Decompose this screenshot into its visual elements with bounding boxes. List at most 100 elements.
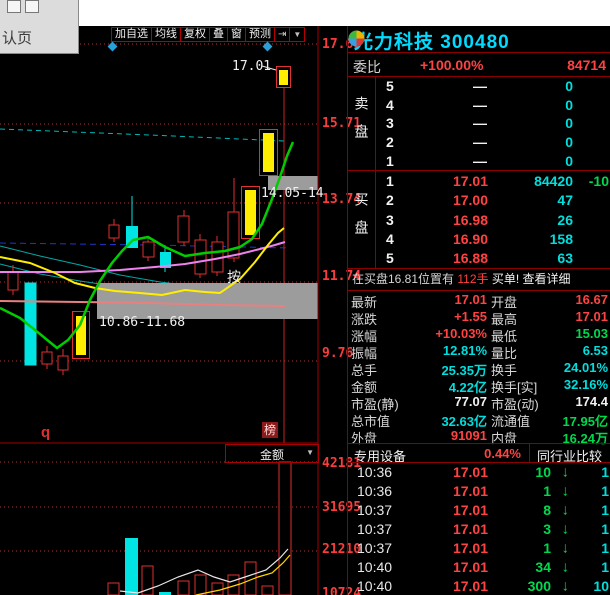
sell-price: — [473, 115, 487, 131]
alert-prefix: 在买盘16.81位置有 [352, 272, 457, 286]
sell-price: — [473, 78, 487, 94]
stock-title: 光力科技 300480 [354, 27, 510, 54]
tick-row: 10:3717.01 1↓ 1 [348, 538, 610, 557]
sell-volume: 0 [565, 153, 573, 169]
stats-row: 最新17.01 开盘16.67 [348, 291, 610, 308]
buy-row: 4 16.90 158 [348, 229, 610, 248]
buy-level: 3 [386, 212, 394, 228]
background-window-fragment: 认页 [0, 0, 79, 54]
tick-row: 10:3717.01 8↓ 1 [348, 501, 610, 520]
stats-row: 振幅12.81% 量比6.53 [348, 342, 610, 359]
sell-level: 1 [386, 153, 394, 169]
window-button[interactable] [7, 0, 21, 13]
stats-grid: 最新17.01 开盘16.67 涨跌+1.55 最高17.01 涨幅+10.03… [348, 291, 610, 444]
sector-change: 0.44% [484, 446, 521, 461]
skip-forward-icon[interactable]: ⇥ [274, 27, 290, 42]
stats-row: 总手25.35万 换手24.01% [348, 359, 610, 376]
sell-volume: 0 [565, 134, 573, 150]
zone1-range-label: 10.86-11.68 [99, 315, 185, 330]
alert-suffix: 买单! 查看详细 [489, 272, 571, 286]
buy-volume: 158 [550, 231, 573, 247]
order-alert-link[interactable]: 在买盘16.81位置有 112手 买单! 查看详细 [348, 269, 610, 289]
window-button[interactable] [25, 0, 39, 13]
quote-header: 光力科技 300480 [348, 26, 610, 52]
buy-change: -10 [589, 173, 609, 189]
buy-volume: 47 [557, 192, 573, 208]
stats-row: 市盈(静)77.07 市盈(动)174.4 [348, 393, 610, 410]
buy-price: 16.88 [453, 250, 488, 266]
buy-level: 2 [386, 192, 394, 208]
adjust-price-button[interactable]: 复权 [180, 27, 210, 42]
quote-panel: 光力科技 300480 委比 +100.00% 84714 卖盘 5 [347, 26, 610, 595]
tick-row: 10:4017.01 300↓ 10 [348, 576, 610, 595]
forecast-button[interactable]: 预测 [245, 27, 275, 42]
alert-highlight: 112手 [457, 272, 488, 286]
weibi-value: +100.00% [420, 57, 483, 73]
sector-row: 专用设备 0.44% 同行业比较 [348, 444, 610, 462]
buy-row: 1 17.01 84420 -10 [348, 171, 610, 190]
stats-row: 外盘91091 内盘16.24万 [348, 427, 610, 444]
stats-row: 总市值32.63亿 流通值17.95亿 [348, 410, 610, 427]
fragment-label: 认页 [2, 27, 32, 48]
sell-level: 2 [386, 134, 394, 150]
sell-row: 1 — 0 [348, 151, 610, 170]
sell-price: — [473, 153, 487, 169]
tick-row: 10:4017.01 34↓ 1 [348, 557, 610, 576]
toolbar-dropdown-icon[interactable]: ▼ [289, 27, 305, 42]
buy-price: 16.98 [453, 212, 488, 228]
sell-price: — [473, 134, 487, 150]
sell-volume: 0 [565, 97, 573, 113]
weibi-label: 委比 [353, 57, 381, 77]
down-arrow-icon: ↓ [562, 558, 570, 575]
buy-volume: 63 [557, 250, 573, 266]
buy-volume: 26 [557, 212, 573, 228]
sell-level: 3 [386, 115, 394, 131]
add-watchlist-button[interactable]: 加自选 [111, 27, 152, 42]
sell-level: 5 [386, 78, 394, 94]
down-arrow-icon: ↓ [562, 539, 570, 556]
weibi-volume: 84714 [567, 57, 606, 73]
sell-row: 3 — 0 [348, 114, 610, 133]
volume-indicator-selector[interactable]: 金额 ▼ [225, 444, 319, 463]
stock-app-window: 加自选 均线 复权 叠 窗 预测 ⇥ ▼ 17.69 15.71 13.74 1… [0, 0, 610, 595]
press-watermark: 按 [227, 267, 241, 287]
tick-row: 10:3617.01 1↓ 1 [348, 482, 610, 501]
volume-gridlines [0, 462, 318, 551]
rank-badge-button[interactable]: 榜 [262, 422, 278, 438]
buy-row: 3 16.98 26 [348, 210, 610, 229]
buy-price: 16.90 [453, 231, 488, 247]
stock-code: 300480 [440, 32, 509, 53]
crosshair-line [262, 66, 284, 443]
tick-row: 10:3717.01 3↓ 1 [348, 520, 610, 539]
down-arrow-icon: ↓ [562, 483, 570, 500]
zone2-range-label: 14.05-14 [261, 186, 324, 201]
down-arrow-icon: ↓ [562, 464, 570, 481]
volume-selector-label: 金额 [260, 446, 284, 463]
kline-chart[interactable] [0, 0, 347, 595]
weibi-row: 委比 +100.00% 84714 [348, 53, 610, 76]
ma-button[interactable]: 均线 [151, 27, 181, 42]
pie-chart-icon[interactable] [348, 30, 365, 47]
tick-row: 10:3617.01 10↓ 1 [348, 463, 610, 482]
down-arrow-icon: ↓ [562, 521, 570, 538]
buy-level: 1 [386, 173, 394, 189]
down-arrow-icon: ↓ [562, 577, 570, 594]
buy-volume: 84420 [534, 173, 573, 189]
stats-row: 涨幅+10.03% 最低15.03 [348, 325, 610, 342]
price-tag-annotation: 17.01 [232, 59, 271, 74]
buy-price: 17.01 [453, 173, 488, 189]
overlay-button[interactable]: 叠 [209, 27, 228, 42]
window-button[interactable]: 窗 [227, 27, 246, 42]
buy-level: 4 [386, 231, 394, 247]
chevron-down-icon[interactable]: ▼ [306, 449, 314, 457]
stock-name: 光力科技 [354, 32, 434, 53]
buy-row: 5 16.88 63 [348, 249, 610, 268]
buy-price: 17.00 [453, 192, 488, 208]
divider [529, 444, 530, 462]
sell-book: 5 — 0 4 — 0 3 — 0 2 — 0 1 — 0 [348, 77, 610, 170]
sell-volume: 0 [565, 115, 573, 131]
buy-row: 2 17.00 47 [348, 190, 610, 209]
sell-level: 4 [386, 97, 394, 113]
stats-row: 涨跌+1.55 最高17.01 [348, 308, 610, 325]
tick-list: 10:3617.01 10↓ 1 10:3617.01 1↓ 1 10:3717… [348, 463, 610, 595]
